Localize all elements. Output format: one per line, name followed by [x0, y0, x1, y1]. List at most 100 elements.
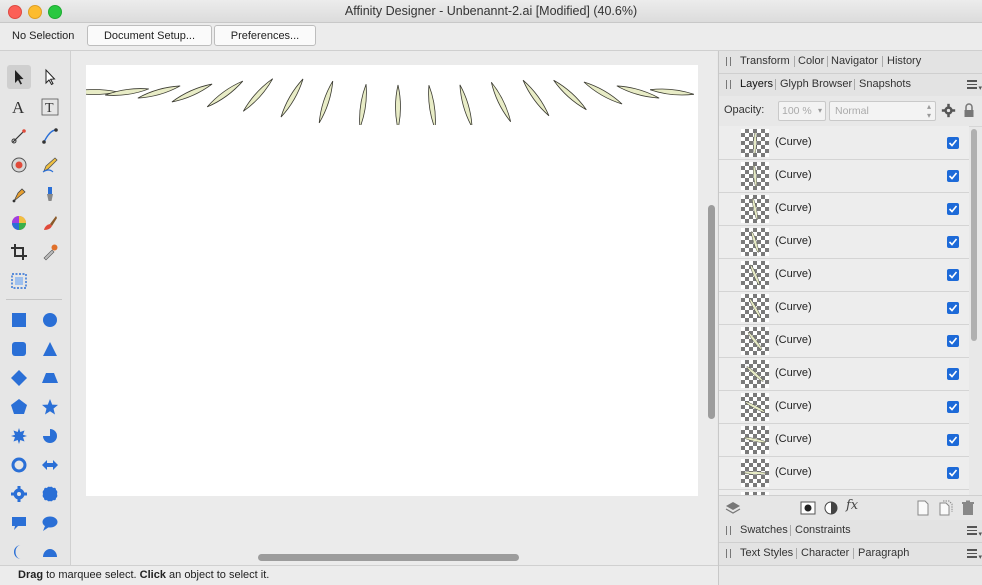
tab-paragraph[interactable]: Paragraph: [858, 547, 909, 559]
mask-layer-icon[interactable]: [800, 500, 816, 516]
layer-visibility-checkbox[interactable]: [947, 335, 959, 347]
layer-row[interactable]: (Curve): [719, 358, 969, 391]
frame-text-tool-icon[interactable]: T: [38, 95, 62, 119]
close-window-button[interactable]: [8, 5, 22, 19]
layer-row[interactable]: (Curve): [719, 127, 969, 160]
leaf-curve[interactable]: [279, 78, 305, 119]
new-layer-icon[interactable]: [915, 500, 931, 516]
segment-tool-icon[interactable]: [38, 540, 62, 564]
layer-visibility-checkbox[interactable]: [947, 368, 959, 380]
ellipse-tool-icon[interactable]: [38, 308, 62, 332]
paint-brush-tool-icon[interactable]: [38, 211, 62, 235]
layer-row[interactable]: (Curve): [719, 391, 969, 424]
leaf-curve[interactable]: [357, 84, 368, 125]
cloud-tool-icon[interactable]: [38, 482, 62, 506]
delete-layer-icon[interactable]: [960, 500, 976, 516]
layer-stack-icon[interactable]: [725, 500, 741, 516]
layer-visibility-checkbox[interactable]: [947, 467, 959, 479]
callout-rectangle-tool-icon[interactable]: [7, 511, 31, 535]
panel-grip-icon[interactable]: [726, 526, 731, 535]
pen-tool-icon[interactable]: [7, 182, 31, 206]
layer-visibility-checkbox[interactable]: [947, 434, 959, 446]
artistic-text-tool-icon[interactable]: A: [7, 95, 31, 119]
pencil-tool-icon[interactable]: [38, 153, 62, 177]
triangle-tool-icon[interactable]: [38, 337, 62, 361]
leaf-curve[interactable]: [489, 81, 513, 123]
layer-visibility-checkbox[interactable]: [947, 203, 959, 215]
tab-snapshots[interactable]: Snapshots: [859, 78, 911, 90]
node-tool-icon[interactable]: [38, 65, 62, 89]
canvas-area[interactable]: [71, 51, 717, 565]
corner-tool-icon[interactable]: [38, 124, 62, 148]
tab-color[interactable]: Color: [798, 55, 824, 67]
tab-glyph-browser[interactable]: Glyph Browser: [780, 78, 852, 90]
opacity-field[interactable]: 100 % ▾: [778, 101, 826, 121]
leaf-curve[interactable]: [649, 87, 695, 97]
layer-row[interactable]: (Curve): [719, 424, 969, 457]
gear-tool-icon[interactable]: [7, 482, 31, 506]
pie-tool-icon[interactable]: [38, 424, 62, 448]
tab-text-styles[interactable]: Text Styles: [740, 547, 793, 559]
layer-row[interactable]: (Curve): [719, 292, 969, 325]
leaf-curve[interactable]: [395, 84, 401, 125]
layer-visibility-checkbox[interactable]: [947, 137, 959, 149]
layer-visibility-checkbox[interactable]: [947, 302, 959, 314]
document-setup-button[interactable]: Document Setup...: [87, 25, 212, 46]
vector-brush-tool-icon[interactable]: [38, 182, 62, 206]
panel-grip-icon[interactable]: [726, 57, 731, 66]
canvas-vertical-scrollbar[interactable]: [708, 205, 715, 419]
donut-tool-icon[interactable]: [7, 453, 31, 477]
leaf-curve[interactable]: [241, 77, 274, 113]
tab-navigator[interactable]: Navigator: [831, 55, 878, 67]
point-transform-tool-icon[interactable]: [7, 124, 31, 148]
double-arrow-tool-icon[interactable]: [38, 453, 62, 477]
tab-transform[interactable]: Transform: [740, 55, 790, 67]
rectangle-tool-icon[interactable]: [7, 308, 31, 332]
leaf-curve[interactable]: [171, 82, 213, 104]
panel-grip-icon[interactable]: [726, 549, 731, 558]
fx-effects-icon[interactable]: fx: [846, 498, 862, 514]
panel-menu-icon[interactable]: ▾: [967, 80, 982, 92]
duplicate-layer-icon[interactable]: [937, 500, 953, 516]
layer-visibility-checkbox[interactable]: [947, 236, 959, 248]
leaf-curve[interactable]: [552, 78, 588, 111]
callout-ellipse-tool-icon[interactable]: [38, 511, 62, 535]
panel-menu-icon[interactable]: ▾: [967, 526, 982, 538]
panel-grip-icon[interactable]: [726, 80, 731, 89]
layer-row[interactable]: (Curve): [719, 226, 969, 259]
layer-visibility-checkbox[interactable]: [947, 170, 959, 182]
layer-visibility-checkbox[interactable]: [947, 401, 959, 413]
rounded-rectangle-tool-icon[interactable]: [7, 337, 31, 361]
star-tool-icon[interactable]: [38, 395, 62, 419]
place-image-tool-icon[interactable]: [7, 269, 31, 293]
leaf-curve[interactable]: [616, 84, 660, 101]
leaf-curve[interactable]: [137, 84, 181, 101]
tab-constraints[interactable]: Constraints: [795, 524, 851, 536]
blend-mode-select[interactable]: Normal ▴ ▾: [829, 101, 936, 121]
lock-icon[interactable]: [963, 103, 975, 118]
layer-row[interactable]: (Curve): [719, 325, 969, 358]
leaf-curve[interactable]: [317, 80, 335, 124]
tab-character[interactable]: Character: [801, 547, 849, 559]
leaf-curve[interactable]: [458, 84, 475, 125]
cog-tool-icon[interactable]: [7, 424, 31, 448]
color-picker-tool-icon[interactable]: [38, 240, 62, 264]
transparency-tool-icon[interactable]: [7, 153, 31, 177]
canvas-horizontal-scrollbar[interactable]: [258, 554, 519, 561]
tab-history[interactable]: History: [887, 55, 921, 67]
preferences-button[interactable]: Preferences...: [214, 25, 316, 46]
leaf-curve[interactable]: [583, 80, 624, 106]
document-page[interactable]: [86, 65, 698, 496]
move-tool-icon[interactable]: [7, 65, 31, 89]
polygon-tool-icon[interactable]: [7, 395, 31, 419]
zoom-window-button[interactable]: [48, 5, 62, 19]
fill-tool-icon[interactable]: [7, 211, 31, 235]
layer-visibility-checkbox[interactable]: [947, 269, 959, 281]
crescent-tool-icon[interactable]: [7, 540, 31, 564]
layer-row[interactable]: (Curve): [719, 160, 969, 193]
leaf-curve[interactable]: [426, 85, 437, 125]
trapezoid-tool-icon[interactable]: [38, 366, 62, 390]
leaf-curve[interactable]: [206, 79, 245, 109]
layer-row[interactable]: (Curve): [719, 457, 969, 490]
tab-swatches[interactable]: Swatches: [740, 524, 788, 536]
